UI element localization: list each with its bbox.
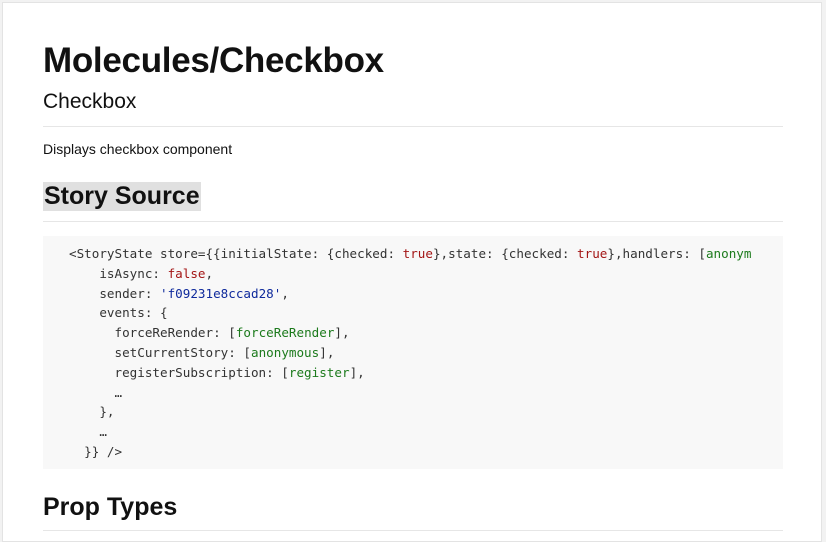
code-line-3: sender: 'f09231e8ccad28',: [99, 285, 289, 301]
story-source-heading: Story Source: [43, 182, 201, 211]
code-line-2: isAsync: false,: [99, 265, 214, 281]
divider: [43, 530, 783, 531]
component-description: Displays checkbox component: [43, 141, 233, 157]
page-title: Molecules/Checkbox: [43, 41, 384, 80]
divider: [43, 126, 783, 127]
code-line-7: registerSubscription: [register],: [114, 364, 365, 380]
divider: [43, 221, 783, 222]
code-line-4: events: {: [99, 305, 168, 321]
code-line-11: }} />: [84, 443, 123, 459]
code-line-5: forceReRender: [forceReRender],: [114, 325, 350, 341]
docs-panel: Molecules/Checkbox Checkbox Displays che…: [2, 2, 822, 542]
page-subtitle: Checkbox: [43, 90, 137, 113]
code-line-6: setCurrentStory: [anonymous],: [114, 344, 335, 360]
code-line-9: },: [99, 404, 115, 420]
code-line-1: <StoryState store={{initialState: {check…: [69, 246, 752, 261]
code-line-10: …: [99, 424, 107, 440]
code-line-8: …: [114, 384, 123, 400]
code-content: <StoryState store={{initialState: {check…: [69, 244, 751, 462]
prop-types-heading: Prop Types: [43, 493, 178, 521]
story-source-code-block[interactable]: <StoryState store={{initialState: {check…: [43, 236, 783, 469]
